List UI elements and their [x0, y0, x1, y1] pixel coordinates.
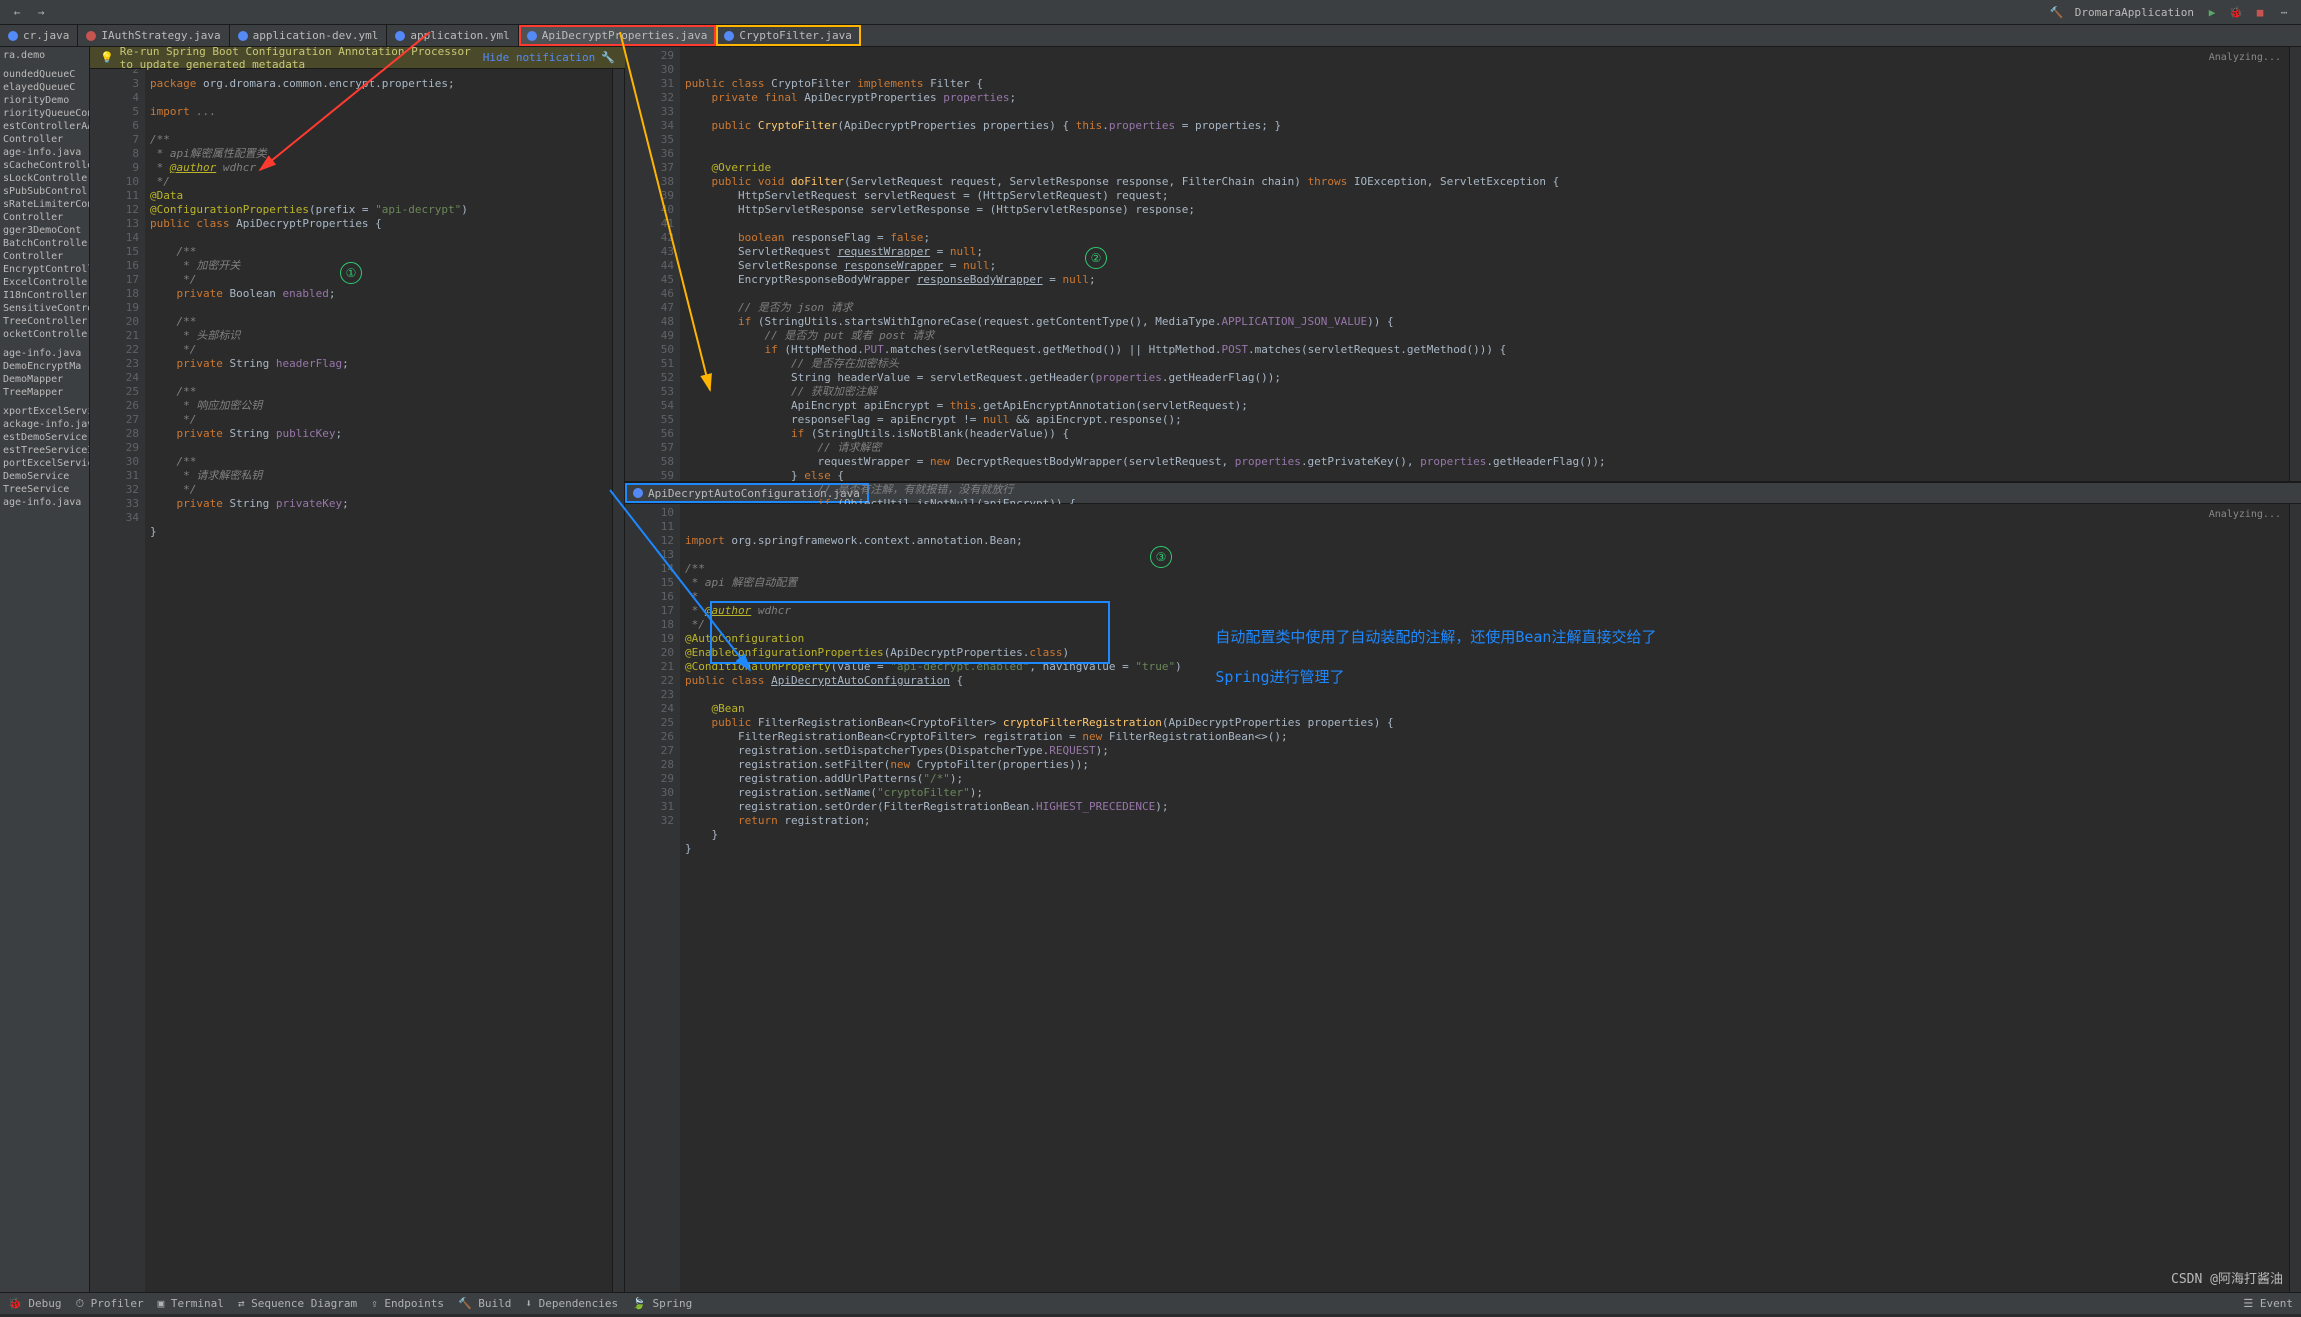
run-icon[interactable]: ▶: [2202, 2, 2222, 22]
right-gutter: 2930313233343536373839404142434445464748…: [640, 47, 680, 481]
structure-item[interactable]: riorityQueueCon: [0, 107, 89, 120]
bottom-marks: [625, 504, 640, 1292]
structure-item[interactable]: gger3DemoCont: [0, 224, 89, 237]
tool-debug[interactable]: 🐞 Debug: [8, 1297, 61, 1310]
structure-item[interactable]: TreeController: [0, 315, 89, 328]
structure-item[interactable]: ra.demo: [0, 49, 89, 62]
left-scrollbar[interactable]: [612, 47, 624, 1292]
structure-item[interactable]: Controller: [0, 211, 89, 224]
right-code-bottom[interactable]: Analyzing... import org.springframework.…: [680, 504, 2289, 1292]
spring-banner: 💡 Re-run Spring Boot Configuration Annot…: [90, 47, 625, 69]
tab-label: application.yml: [410, 29, 509, 42]
status-analyzing: Analyzing...: [2209, 508, 2281, 522]
structure-item[interactable]: BatchController: [0, 237, 89, 250]
structure-item[interactable]: estControllerAAn: [0, 120, 89, 133]
structure-item[interactable]: estDemoService: [0, 431, 89, 444]
structure-item[interactable]: portExcelService: [0, 457, 89, 470]
more-icon[interactable]: ⋯: [2274, 2, 2294, 22]
structure-item[interactable]: Controller: [0, 133, 89, 146]
tab-label: ApiDecryptProperties.java: [542, 29, 708, 42]
annotation-box: [710, 601, 1110, 664]
tool-event-log[interactable]: ☰ Event: [2243, 1297, 2293, 1310]
left-marks: [90, 47, 105, 1292]
tab-iauthstrategy[interactable]: IAuthStrategy.java: [78, 25, 229, 46]
tool-endpoints[interactable]: ⇪ Endpoints: [371, 1297, 444, 1310]
structure-item[interactable]: EncryptControlle: [0, 263, 89, 276]
bulb-icon: 💡: [100, 51, 114, 64]
tool-dependencies[interactable]: ⬇ Dependencies: [525, 1297, 618, 1310]
tab-apidecryptproperties[interactable]: ApiDecryptProperties.java: [519, 25, 717, 46]
structure-item[interactable]: ExcelController: [0, 276, 89, 289]
tab-application-yml[interactable]: application.yml: [387, 25, 518, 46]
left-gutter: 1234567891011121314151617181920212223242…: [105, 47, 145, 1292]
tab-label: IAuthStrategy.java: [101, 29, 220, 42]
tab-cryptofilter[interactable]: CryptoFilter.java: [716, 25, 861, 46]
structure-item[interactable]: sPubSubControl: [0, 185, 89, 198]
structure-item[interactable]: age-info.java: [0, 146, 89, 159]
right-marks: [625, 47, 640, 481]
structure-item[interactable]: ackage-info.java: [0, 418, 89, 431]
structure-tree[interactable]: ra.demo oundedQueueCelayedQueueCriorityDe…: [0, 47, 90, 1292]
structure-item[interactable]: oundedQueueC: [0, 68, 89, 81]
hammer-icon[interactable]: 🔨: [2047, 2, 2067, 22]
tab-label: cr.java: [23, 29, 69, 42]
body-area: ra.demo oundedQueueCelayedQueueCriorityDe…: [0, 47, 2301, 1292]
structure-item[interactable]: Controller: [0, 250, 89, 263]
bottom-toolbar: 🐞 Debug ⏱ Profiler ▣ Terminal ⇄ Sequence…: [0, 1292, 2301, 1314]
debug-icon[interactable]: 🐞: [2226, 2, 2246, 22]
structure-item[interactable]: age-info.java: [0, 347, 89, 360]
editor-right-column: 2930313233343536373839404142434445464748…: [625, 47, 2301, 1292]
tool-sequence-diagram[interactable]: ⇄ Sequence Diagram: [238, 1297, 357, 1310]
structure-item[interactable]: riorityDemo: [0, 94, 89, 107]
structure-item[interactable]: SensitiveContro: [0, 302, 89, 315]
structure-item[interactable]: DemoMapper: [0, 373, 89, 386]
structure-item[interactable]: estTreeServiceI: [0, 444, 89, 457]
bottom-gutter: 1011121314151617181920212223242526272829…: [640, 504, 680, 1292]
tab-label: CryptoFilter.java: [739, 29, 852, 42]
top-toolbar: ← → 🔨 DromaraApplication ▶ 🐞 ■ ⋯: [0, 0, 2301, 25]
right-scrollbar-top[interactable]: [2289, 47, 2301, 481]
forward-icon[interactable]: →: [31, 2, 51, 22]
stop-icon[interactable]: ■: [2250, 2, 2270, 22]
structure-item[interactable]: sRateLimiterCon: [0, 198, 89, 211]
tool-build[interactable]: 🔨 Build: [458, 1297, 511, 1310]
tab-label: application-dev.yml: [253, 29, 379, 42]
structure-item[interactable]: DemoService: [0, 470, 89, 483]
structure-item[interactable]: sLockController: [0, 172, 89, 185]
watermark: CSDN @阿海打酱油: [2171, 1268, 2283, 1287]
structure-item[interactable]: DemoEncryptMa: [0, 360, 89, 373]
structure-item[interactable]: TreeMapper: [0, 386, 89, 399]
structure-item[interactable]: ocketController: [0, 328, 89, 341]
annotation-circle-2: ②: [1085, 247, 1107, 269]
tab-app-dev-yml[interactable]: application-dev.yml: [230, 25, 388, 46]
banner-msg: Re-run Spring Boot Configuration Annotat…: [120, 45, 473, 71]
banner-hide-link[interactable]: Hide notification: [483, 51, 596, 64]
structure-item[interactable]: TreeService: [0, 483, 89, 496]
status-analyzing: Analyzing...: [2209, 51, 2281, 65]
annotation-note: 自动配置类中使用了自动装配的注解，还使用Bean注解直接交给了 Spring进行…: [1125, 607, 1656, 707]
wrench-icon[interactable]: 🔧: [601, 51, 615, 64]
tool-terminal[interactable]: ▣ Terminal: [158, 1297, 224, 1310]
structure-item[interactable]: sCacheControlle: [0, 159, 89, 172]
left-code[interactable]: Analyzing... package org.dromara.common.…: [145, 47, 612, 1292]
tab-cr[interactable]: cr.java: [0, 25, 78, 46]
structure-item[interactable]: xportExcelService: [0, 405, 89, 418]
structure-item[interactable]: elayedQueueC: [0, 81, 89, 94]
structure-item[interactable]: I18nController: [0, 289, 89, 302]
annotation-circle-3: ③: [1150, 546, 1172, 568]
right-code-top[interactable]: Analyzing... public class CryptoFilter i…: [680, 47, 2289, 481]
run-config-label[interactable]: DromaraApplication: [2075, 6, 2194, 19]
structure-item[interactable]: age-info.java: [0, 496, 89, 509]
tool-spring[interactable]: 🍃 Spring: [632, 1297, 692, 1310]
tool-profiler[interactable]: ⏱ Profiler: [75, 1297, 143, 1311]
right-scrollbar-bottom[interactable]: [2289, 504, 2301, 1292]
annotation-circle-1: ①: [340, 262, 362, 284]
back-icon[interactable]: ←: [7, 2, 27, 22]
editor-left-pane: 1234567891011121314151617181920212223242…: [90, 47, 625, 1292]
